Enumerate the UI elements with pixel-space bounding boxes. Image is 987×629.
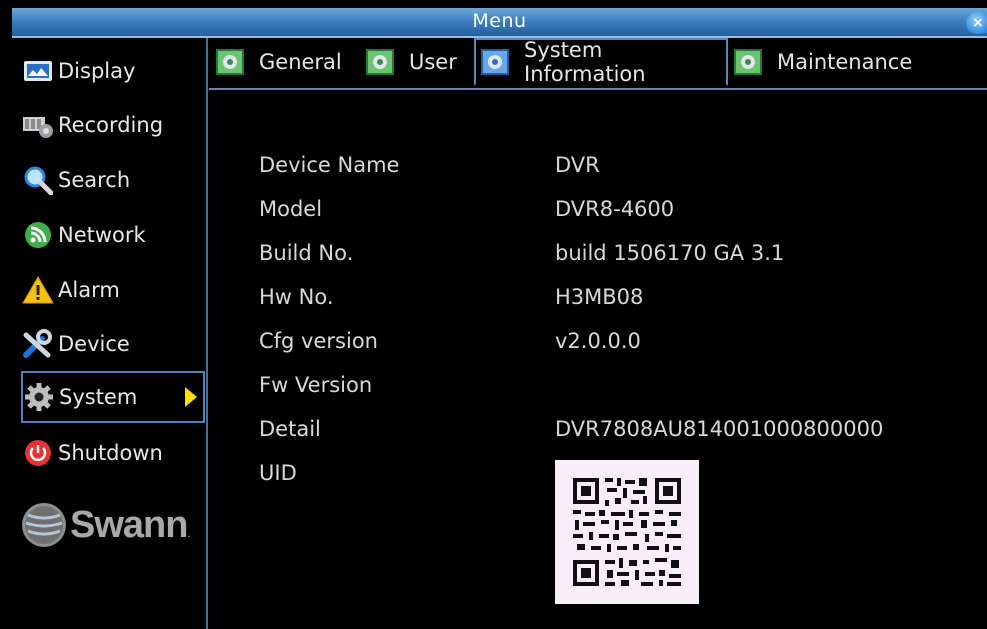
sidebar-item-shutdown[interactable]: Shutdown xyxy=(22,430,208,476)
sidebar-item-label: Recording xyxy=(58,113,164,137)
submenu-arrow-icon xyxy=(185,387,197,407)
tab-user[interactable]: User xyxy=(365,41,457,83)
sidebar-item-display[interactable]: Display xyxy=(22,48,208,94)
uid-qr-code xyxy=(555,460,699,604)
settings-tab-icon xyxy=(733,48,763,76)
settings-tab-icon xyxy=(215,48,245,76)
sidebar-item-label: Network xyxy=(58,223,146,247)
menu-window: Menu × Display Recording Search Network … xyxy=(0,0,987,629)
tab-label: User xyxy=(409,50,457,74)
info-label: Fw Version xyxy=(259,373,373,397)
info-label: Model xyxy=(259,197,323,221)
sidebar-item-label: Display xyxy=(58,59,136,83)
alarm-icon xyxy=(22,274,54,306)
tab-label: General xyxy=(259,50,342,74)
sidebar-item-label: Device xyxy=(58,332,130,356)
info-label: Build No. xyxy=(259,241,354,265)
info-value: DVR8-4600 xyxy=(555,197,675,221)
info-value: build 1506170 GA 3.1 xyxy=(555,241,785,265)
close-icon: × xyxy=(972,15,984,31)
sidebar-item-label: System xyxy=(59,385,138,409)
info-value: v2.0.0.0 xyxy=(555,329,641,353)
tab-bar: General User System Information Maintena… xyxy=(209,38,987,90)
sidebar-item-search[interactable]: Search xyxy=(22,157,208,203)
sidebar-item-recording[interactable]: Recording xyxy=(22,102,208,148)
brand-name: Swann xyxy=(70,503,188,546)
display-icon xyxy=(22,55,54,87)
info-value: H3MB08 xyxy=(555,285,644,309)
gear-icon xyxy=(23,381,55,413)
info-value: DVR xyxy=(555,153,600,177)
window-title: Menu xyxy=(472,10,527,32)
sidebar-item-label: Search xyxy=(58,168,131,192)
title-bar: Menu xyxy=(12,8,987,38)
brand-dot: . xyxy=(187,529,191,540)
info-label: Detail xyxy=(259,417,321,441)
power-icon xyxy=(22,437,54,469)
sidebar-item-label: Shutdown xyxy=(58,441,163,465)
network-icon xyxy=(22,219,54,251)
device-icon xyxy=(22,328,54,360)
info-value: DVR7808AU814001000800000 xyxy=(555,417,884,441)
tab-system-information[interactable]: System Information xyxy=(474,38,728,86)
sidebar-item-network[interactable]: Network xyxy=(22,212,208,258)
settings-tab-icon xyxy=(365,48,395,76)
close-button[interactable]: × xyxy=(966,12,987,34)
swann-mark-icon xyxy=(22,503,66,547)
qr-code-icon xyxy=(573,478,681,586)
info-label: UID xyxy=(259,461,297,485)
system-information-panel: Device Name DVR Model DVR8-4600 Build No… xyxy=(209,90,987,629)
tab-general[interactable]: General xyxy=(215,41,342,83)
brand-logo: Swann . xyxy=(20,496,205,554)
info-label: Hw No. xyxy=(259,285,334,309)
info-label: Device Name xyxy=(259,153,400,177)
settings-tab-icon xyxy=(480,48,510,76)
sidebar-item-label: Alarm xyxy=(58,278,120,302)
sidebar-item-system[interactable]: System xyxy=(21,371,205,423)
tab-label: Maintenance xyxy=(777,50,913,74)
tab-label: System Information xyxy=(524,38,646,86)
info-label: Cfg version xyxy=(259,329,378,353)
search-icon xyxy=(22,164,54,196)
sidebar-item-device[interactable]: Device xyxy=(22,321,208,367)
recording-icon xyxy=(22,109,54,141)
sidebar-item-alarm[interactable]: Alarm xyxy=(22,267,208,313)
tab-maintenance[interactable]: Maintenance xyxy=(733,41,912,83)
